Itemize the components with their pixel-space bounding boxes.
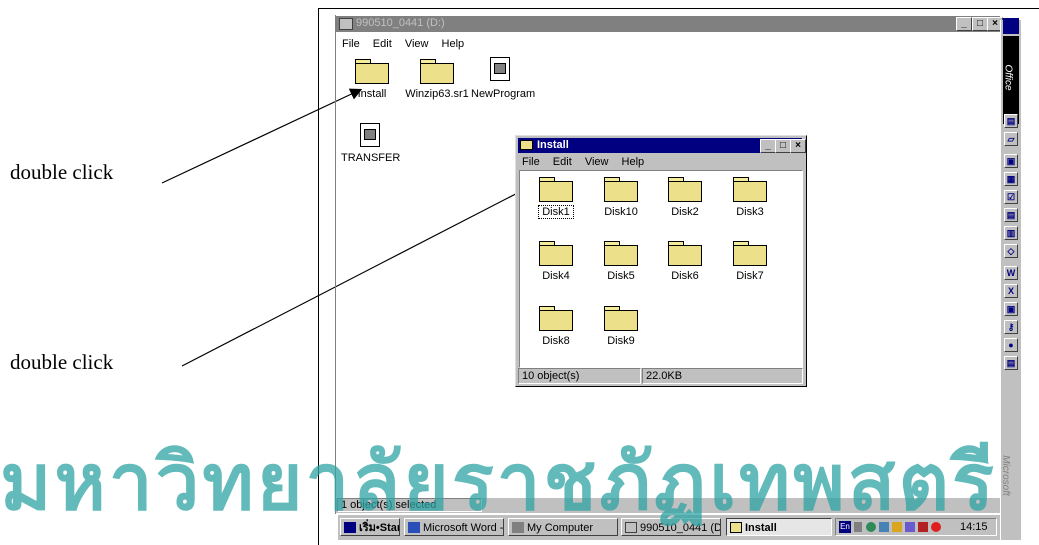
folder-label-disk3[interactable]: Disk3: [727, 206, 773, 218]
outer-menu-edit[interactable]: Edit: [373, 38, 392, 50]
icon-label-transfer[interactable]: TRANSFER: [341, 152, 400, 164]
folder-icon[interactable]: [668, 177, 702, 202]
install-window[interactable]: Install _ □ × File Edit View Help Disk1 …: [515, 135, 807, 387]
install-status-count: 10 object(s): [518, 368, 641, 384]
install-window-title: Install: [537, 139, 569, 151]
arrow-to-disk1: [181, 183, 536, 367]
install-menu-view[interactable]: View: [585, 156, 609, 168]
folder-icon[interactable]: [420, 59, 454, 84]
install-menu-edit[interactable]: Edit: [553, 156, 572, 168]
outer-window-titlebar[interactable]: 990510_0441 (D:) _ □ ×: [336, 16, 1003, 32]
outer-maximize-button[interactable]: □: [972, 17, 988, 31]
university-watermark: มหาวิทยาลัยราชภัฏเทพสตรี: [0, 438, 997, 528]
drive-icon: [339, 18, 353, 30]
folder-icon[interactable]: [539, 177, 573, 202]
binder-icon[interactable]: ▣: [1004, 154, 1018, 168]
install-titlebar[interactable]: Install _ □ ×: [518, 138, 806, 153]
folder-label-disk9[interactable]: Disk9: [598, 335, 644, 347]
program-icon[interactable]: [360, 123, 380, 147]
office-label-panel: Office: [1003, 36, 1019, 124]
folder-label-disk2[interactable]: Disk2: [662, 206, 708, 218]
outer-minimize-button[interactable]: _: [956, 17, 972, 31]
folder-icon[interactable]: [604, 306, 638, 331]
install-close-button[interactable]: ×: [790, 139, 806, 153]
task-icon[interactable]: ☑: [1004, 190, 1018, 204]
program-icon[interactable]: [490, 57, 510, 81]
icon-label-install[interactable]: Install: [352, 88, 392, 100]
folder-icon[interactable]: [539, 306, 573, 331]
outer-menu-help[interactable]: Help: [442, 38, 465, 50]
icon-label-winzip[interactable]: Winzip63.sr1: [405, 88, 469, 100]
folder-label-disk8[interactable]: Disk8: [533, 335, 579, 347]
folder-icon[interactable]: [604, 177, 638, 202]
folder-label-disk6[interactable]: Disk6: [662, 270, 708, 282]
folder-label-disk7[interactable]: Disk7: [727, 270, 773, 282]
calendar-icon[interactable]: ▦: [1004, 172, 1018, 186]
frame-top: [318, 8, 1039, 9]
outer-window-title: 990510_0441 (D:): [356, 17, 445, 29]
folder-icon[interactable]: [733, 177, 767, 202]
install-minimize-button[interactable]: _: [760, 139, 776, 153]
install-folder-view[interactable]: Disk1 Disk10 Disk2 Disk3 Disk4 Disk5 Dis…: [519, 170, 803, 368]
office-logo-icon[interactable]: [1003, 18, 1019, 34]
folder-icon[interactable]: [539, 241, 573, 266]
note-icon[interactable]: ◇: [1004, 244, 1018, 258]
folder-icon[interactable]: [604, 241, 638, 266]
outer-menu-view[interactable]: View: [405, 38, 429, 50]
excel-icon[interactable]: X: [1004, 284, 1018, 298]
folder-icon[interactable]: [733, 241, 767, 266]
folder-icon: [520, 140, 533, 150]
folder-icon[interactable]: [355, 59, 389, 84]
folder-label-disk1[interactable]: Disk1: [538, 205, 574, 219]
answer-wizard-icon[interactable]: ●: [1004, 338, 1018, 352]
open-folder-icon[interactable]: ▱: [1004, 132, 1018, 146]
contact-icon[interactable]: ▤: [1004, 208, 1018, 222]
powerpoint-icon[interactable]: ▣: [1004, 302, 1018, 316]
install-menu-help[interactable]: Help: [622, 156, 645, 168]
journal-icon[interactable]: ▥: [1004, 226, 1018, 240]
install-menubar: File Edit View Help: [522, 156, 654, 168]
outer-menu-file[interactable]: File: [342, 38, 360, 50]
office-doc-icon[interactable]: ▤: [1004, 356, 1018, 370]
new-document-icon[interactable]: ▤: [1004, 114, 1018, 128]
folder-label-disk5[interactable]: Disk5: [598, 270, 644, 282]
install-menu-file[interactable]: File: [522, 156, 540, 168]
folder-label-disk4[interactable]: Disk4: [533, 270, 579, 282]
folder-icon[interactable]: [668, 241, 702, 266]
install-status-size: 22.0KB: [642, 368, 803, 384]
office-title: Office: [1002, 64, 1014, 91]
word-icon[interactable]: W: [1004, 266, 1018, 280]
arrow-to-install: [161, 88, 363, 184]
folder-label-disk10[interactable]: Disk10: [596, 206, 646, 218]
icon-label-newprogram[interactable]: NewProgram: [471, 88, 535, 100]
access-key-icon[interactable]: ⚷: [1004, 320, 1018, 334]
outer-menubar: File Edit View Help: [342, 38, 474, 50]
install-maximize-button[interactable]: □: [775, 139, 791, 153]
